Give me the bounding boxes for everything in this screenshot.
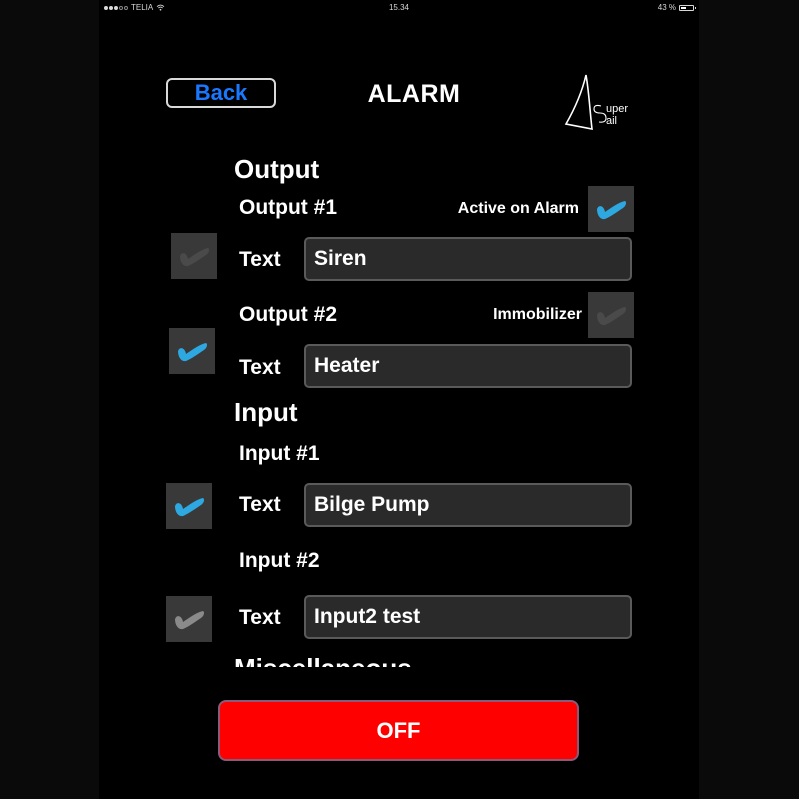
output-1-active-on-alarm-checkbox[interactable] xyxy=(588,186,634,232)
logo-text-top: uper xyxy=(606,103,628,115)
output-2-text-label: Text xyxy=(239,356,281,379)
alarm-off-button[interactable]: OFF xyxy=(218,700,579,761)
sail-icon xyxy=(564,74,593,130)
input-1-text-label: Text xyxy=(239,493,281,516)
output-1-option-label: Active on Alarm xyxy=(457,200,579,217)
input-1-enable-checkbox[interactable] xyxy=(166,483,212,529)
output-heading: Output xyxy=(234,154,320,184)
input-2-text-label: Text xyxy=(239,606,281,629)
input-1-label: Input #1 xyxy=(239,442,320,465)
input-1-text-field[interactable]: Bilge Pump xyxy=(304,483,632,527)
settings-scroll-area[interactable]: Output Output #1 Active on Alarm Text Si… xyxy=(99,150,699,667)
logo-text-bottom: ail xyxy=(606,115,617,127)
output-1-text-label: Text xyxy=(239,248,281,271)
output-1-enable-checkbox[interactable] xyxy=(171,233,217,279)
battery-percent: 43 % xyxy=(657,3,676,12)
checkmark-icon xyxy=(175,498,205,517)
miscellaneous-heading: Miscellaneous xyxy=(234,653,412,667)
checkmark-icon xyxy=(178,343,208,362)
status-bar: TELIA 15.34 43 % xyxy=(99,0,699,16)
back-button[interactable]: Back xyxy=(166,78,276,108)
checkmark-icon xyxy=(175,611,205,630)
output-2-option-label: Immobilizer xyxy=(493,306,582,323)
page-title: ALARM xyxy=(367,80,461,108)
output-2-immobilizer-checkbox[interactable] xyxy=(588,292,634,338)
battery-icon xyxy=(679,4,696,11)
output-2-text-field[interactable]: Heater xyxy=(304,344,632,388)
checkmark-icon xyxy=(597,201,627,220)
status-time: 15.34 xyxy=(388,3,410,12)
output-2-label: Output #2 xyxy=(239,303,337,326)
input-heading: Input xyxy=(234,397,298,427)
device-screen: TELIA 15.34 43 % Back ALARM uper ail Out… xyxy=(99,0,699,799)
input-2-text-field[interactable]: Input2 test xyxy=(304,595,632,639)
checkmark-icon xyxy=(180,248,210,267)
input-2-label: Input #2 xyxy=(239,549,320,572)
checkmark-icon xyxy=(597,307,627,326)
supersail-logo: uper ail xyxy=(564,74,628,130)
input-2-enable-checkbox[interactable] xyxy=(166,596,212,642)
output-1-text-field[interactable]: Siren xyxy=(304,237,632,281)
output-1-label: Output #1 xyxy=(239,196,337,219)
output-2-enable-checkbox[interactable] xyxy=(169,328,215,374)
status-right: 43 % xyxy=(657,3,696,12)
